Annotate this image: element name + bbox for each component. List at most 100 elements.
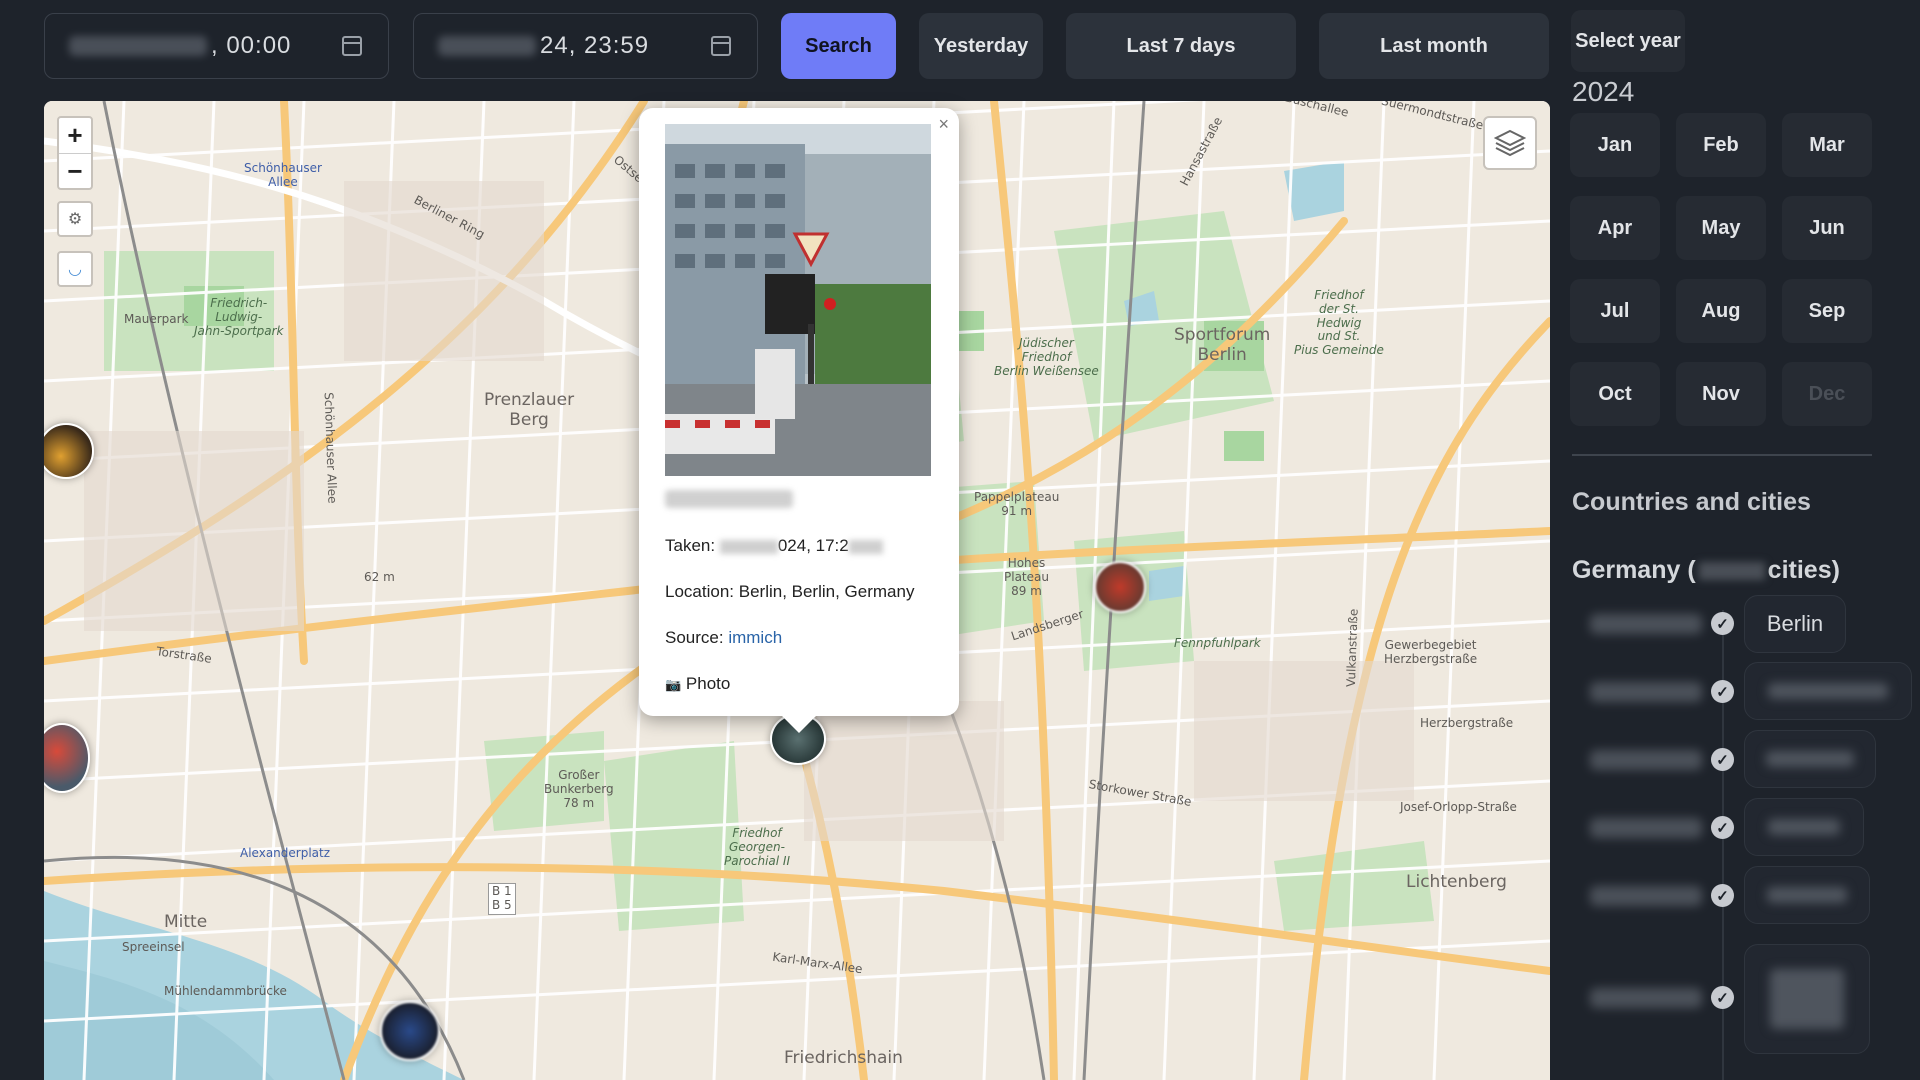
city-chip[interactable] xyxy=(1744,944,1870,1054)
month-button-apr[interactable]: Apr xyxy=(1570,196,1660,260)
check-icon: ✓ xyxy=(1711,986,1734,1009)
city-chip[interactable] xyxy=(1744,866,1870,924)
visit-date xyxy=(1590,886,1702,906)
select-year-button[interactable]: Select year xyxy=(1571,10,1685,72)
blurred-time xyxy=(848,539,883,554)
year-heading: 2024 xyxy=(1572,76,1635,107)
month-button-may[interactable]: May xyxy=(1676,196,1766,260)
city-chip[interactable] xyxy=(1744,662,1912,720)
visit-date xyxy=(1590,750,1702,770)
map-label: Friedhof der St. Hedwig und St. Pius Gem… xyxy=(1294,288,1384,358)
start-date-input[interactable]: , 00:00 xyxy=(44,13,389,79)
zoom-in-button[interactable]: + xyxy=(59,118,91,153)
month-button-sep[interactable]: Sep xyxy=(1782,279,1872,343)
theme-toggle-control[interactable]: ◡ xyxy=(57,251,93,287)
visit-date xyxy=(1590,818,1702,838)
map-label: Großer Bunkerberg 78 m xyxy=(544,768,614,810)
map-label: Hohes Plateau 89 m xyxy=(1004,556,1049,598)
map-label: Josef-Orlopp-Straße xyxy=(1400,800,1517,814)
close-icon[interactable]: × xyxy=(938,114,949,135)
city-chip[interactable] xyxy=(1744,798,1864,856)
map-label: Prenzlauer Berg xyxy=(484,390,575,430)
month-button-mar[interactable]: Mar xyxy=(1782,113,1872,177)
blurred-count xyxy=(1698,562,1765,581)
layers-icon xyxy=(1494,129,1526,157)
source-row: Source: immich xyxy=(665,628,933,648)
check-icon: ✓ xyxy=(1711,612,1734,635)
gear-icon: ⚙ xyxy=(67,211,83,228)
yesterday-button[interactable]: Yesterday xyxy=(919,13,1043,79)
calendar-icon[interactable] xyxy=(342,36,362,56)
map-label: Schönhauser Allee xyxy=(321,391,340,504)
month-button-dec: Dec xyxy=(1782,362,1872,426)
map-label: Pappelplateau 91 m xyxy=(974,490,1060,518)
city-chip-berlin[interactable]: Berlin xyxy=(1744,595,1846,653)
map-label: Schönhauser Allee xyxy=(244,161,322,189)
type-value: Photo xyxy=(685,674,731,693)
blurred-date xyxy=(69,36,207,56)
start-time-text: , 00:00 xyxy=(211,32,292,59)
map-label: Lichtenberg xyxy=(1406,872,1507,892)
divider xyxy=(1572,454,1872,456)
moon-icon: ◡ xyxy=(68,261,82,278)
end-date-input[interactable]: 24, 23:59 xyxy=(413,13,758,79)
photo-popup: × Taken: 024, 17:2 Location: Berlin, Ber… xyxy=(639,108,959,733)
layers-control[interactable] xyxy=(1483,116,1537,170)
visit-date xyxy=(1590,614,1702,634)
blurred-filename xyxy=(665,490,793,508)
photo-image xyxy=(665,124,931,476)
map-label: Mitte xyxy=(164,912,208,932)
month-button-aug[interactable]: Aug xyxy=(1676,279,1766,343)
calendar-icon[interactable] xyxy=(711,36,731,56)
map-label: B 1 B 5 xyxy=(488,883,516,915)
map-label: 62 m xyxy=(364,570,395,584)
source-link[interactable]: immich xyxy=(728,628,782,647)
map-label: Friedrich- Ludwig- Jahn-Sportpark xyxy=(194,296,284,338)
last-7-days-button[interactable]: Last 7 days xyxy=(1066,13,1296,79)
blurred-city xyxy=(1767,887,1847,903)
photo-marker[interactable] xyxy=(1094,561,1146,613)
visit-date xyxy=(1590,988,1702,1008)
blurred-city xyxy=(1768,683,1888,699)
map-label: Herzbergstraße xyxy=(1420,716,1514,730)
search-button[interactable]: Search xyxy=(781,13,896,79)
map-label: Spreeinsel xyxy=(122,940,185,954)
check-icon: ✓ xyxy=(1711,816,1734,839)
visit-date xyxy=(1590,682,1702,702)
type-row: 📷 Photo xyxy=(665,674,933,695)
city-chip[interactable] xyxy=(1744,730,1876,788)
taken-row: Taken: 024, 17:2 xyxy=(665,536,933,556)
countries-heading: Countries and cities xyxy=(1572,488,1811,516)
country-name: Germany ( xyxy=(1572,556,1696,584)
month-button-nov[interactable]: Nov xyxy=(1676,362,1766,426)
photo-marker[interactable] xyxy=(380,1001,440,1061)
location-value: Berlin, Berlin, Germany xyxy=(738,582,915,601)
country-heading: Germany ( cities) xyxy=(1572,556,1840,585)
country-suffix: cities) xyxy=(1767,556,1840,584)
last-month-button[interactable]: Last month xyxy=(1319,13,1549,79)
blurred-city xyxy=(1766,751,1854,767)
map-label: Friedrichshain xyxy=(784,1048,903,1068)
source-label: Source: xyxy=(665,628,724,647)
map-label: Mühlendammbrücke xyxy=(164,984,287,998)
check-icon: ✓ xyxy=(1711,748,1734,771)
month-button-feb[interactable]: Feb xyxy=(1676,113,1766,177)
map-label: Vulkanstraße xyxy=(1343,608,1361,688)
camera-icon: 📷 xyxy=(665,677,682,692)
map-label: Alexanderplatz xyxy=(240,846,331,860)
map-label: Mauerpark xyxy=(124,312,189,326)
month-button-jul[interactable]: Jul xyxy=(1570,279,1660,343)
map-label: Fennpfuhlpark xyxy=(1174,636,1261,650)
photo-thumbnail[interactable] xyxy=(665,124,931,476)
month-button-oct[interactable]: Oct xyxy=(1570,362,1660,426)
settings-control[interactable]: ⚙ xyxy=(57,201,93,237)
map-label: Friedhof Georgen- Parochial II xyxy=(724,826,790,868)
map-label: Jüdischer Friedhof Berlin Weißensee xyxy=(994,336,1099,378)
check-icon: ✓ xyxy=(1711,680,1734,703)
month-button-jan[interactable]: Jan xyxy=(1570,113,1660,177)
month-button-jun[interactable]: Jun xyxy=(1782,196,1872,260)
blurred-city xyxy=(1770,969,1844,1029)
taken-label: Taken: xyxy=(665,536,716,555)
blurred-date xyxy=(719,539,778,554)
zoom-out-button[interactable]: − xyxy=(59,153,91,188)
